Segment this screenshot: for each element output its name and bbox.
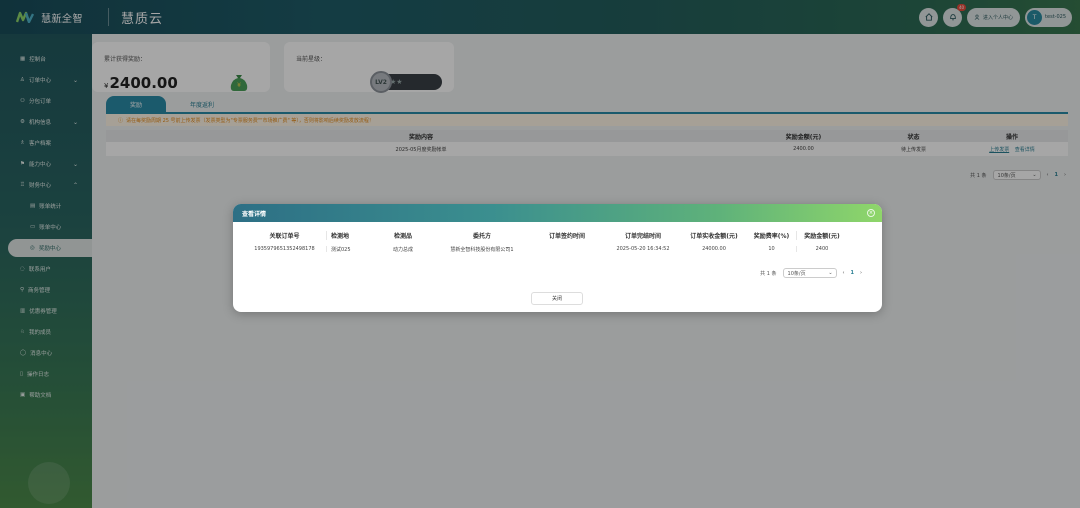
client: 慧新全智科技股份有限公司1 <box>450 246 514 253</box>
total-count: 共 1 条 <box>760 270 777 277</box>
column-header: 订单实收金额(元) <box>690 232 738 240</box>
page-number[interactable]: 1 <box>851 270 854 276</box>
modal-title: 查看详情 <box>242 210 267 218</box>
table-row: 1935979651352498178 测试025 动力总成 慧新全智科技股份有… <box>243 242 867 256</box>
order-number: 1935979651352498178 <box>243 246 327 252</box>
finish-time: 2025-05-20 16:34:52 <box>616 246 670 252</box>
column-header: 检测品 <box>393 232 412 240</box>
received-amount: 24000.00 <box>702 246 726 252</box>
column-header: 检测地 <box>331 232 350 240</box>
details-modal: 查看详情 × 关联订单号 检测地 检测品 委托方 订单签约时间 订单完结时间 订… <box>233 204 882 312</box>
page-size-value: 10条/页 <box>787 270 806 277</box>
next-page-button[interactable]: › <box>860 270 862 276</box>
prev-page-button[interactable]: ‹ <box>843 270 845 276</box>
chevron-down-icon: ⌄ <box>828 270 833 276</box>
close-button[interactable]: 关闭 <box>531 292 583 305</box>
column-header: 关联订单号 <box>243 230 327 240</box>
reward-amount: 2400 <box>815 246 829 252</box>
modal-header: 查看详情 <box>233 204 882 222</box>
test-product: 动力总成 <box>392 246 413 253</box>
details-table-header: 关联订单号 检测地 检测品 委托方 订单签约时间 订单完结时间 订单实收金额(元… <box>243 228 867 242</box>
test-location: 测试025 <box>331 246 351 253</box>
details-table: 关联订单号 检测地 检测品 委托方 订单签约时间 订单完结时间 订单实收金额(元… <box>243 228 867 256</box>
page-size-select[interactable]: 10条/页 ⌄ <box>782 268 837 278</box>
reward-rate: 10 <box>747 246 797 252</box>
column-header: 奖励费率(%) <box>747 230 797 240</box>
column-header: 委托方 <box>472 232 491 240</box>
modal-pagination: 共 1 条 10条/页 ⌄ ‹ 1 › <box>760 268 862 278</box>
column-header: 订单完结时间 <box>624 232 661 240</box>
close-icon[interactable]: × <box>867 209 875 217</box>
column-header: 订单签约时间 <box>548 232 585 240</box>
column-header: 奖励金额(元) <box>804 232 840 240</box>
